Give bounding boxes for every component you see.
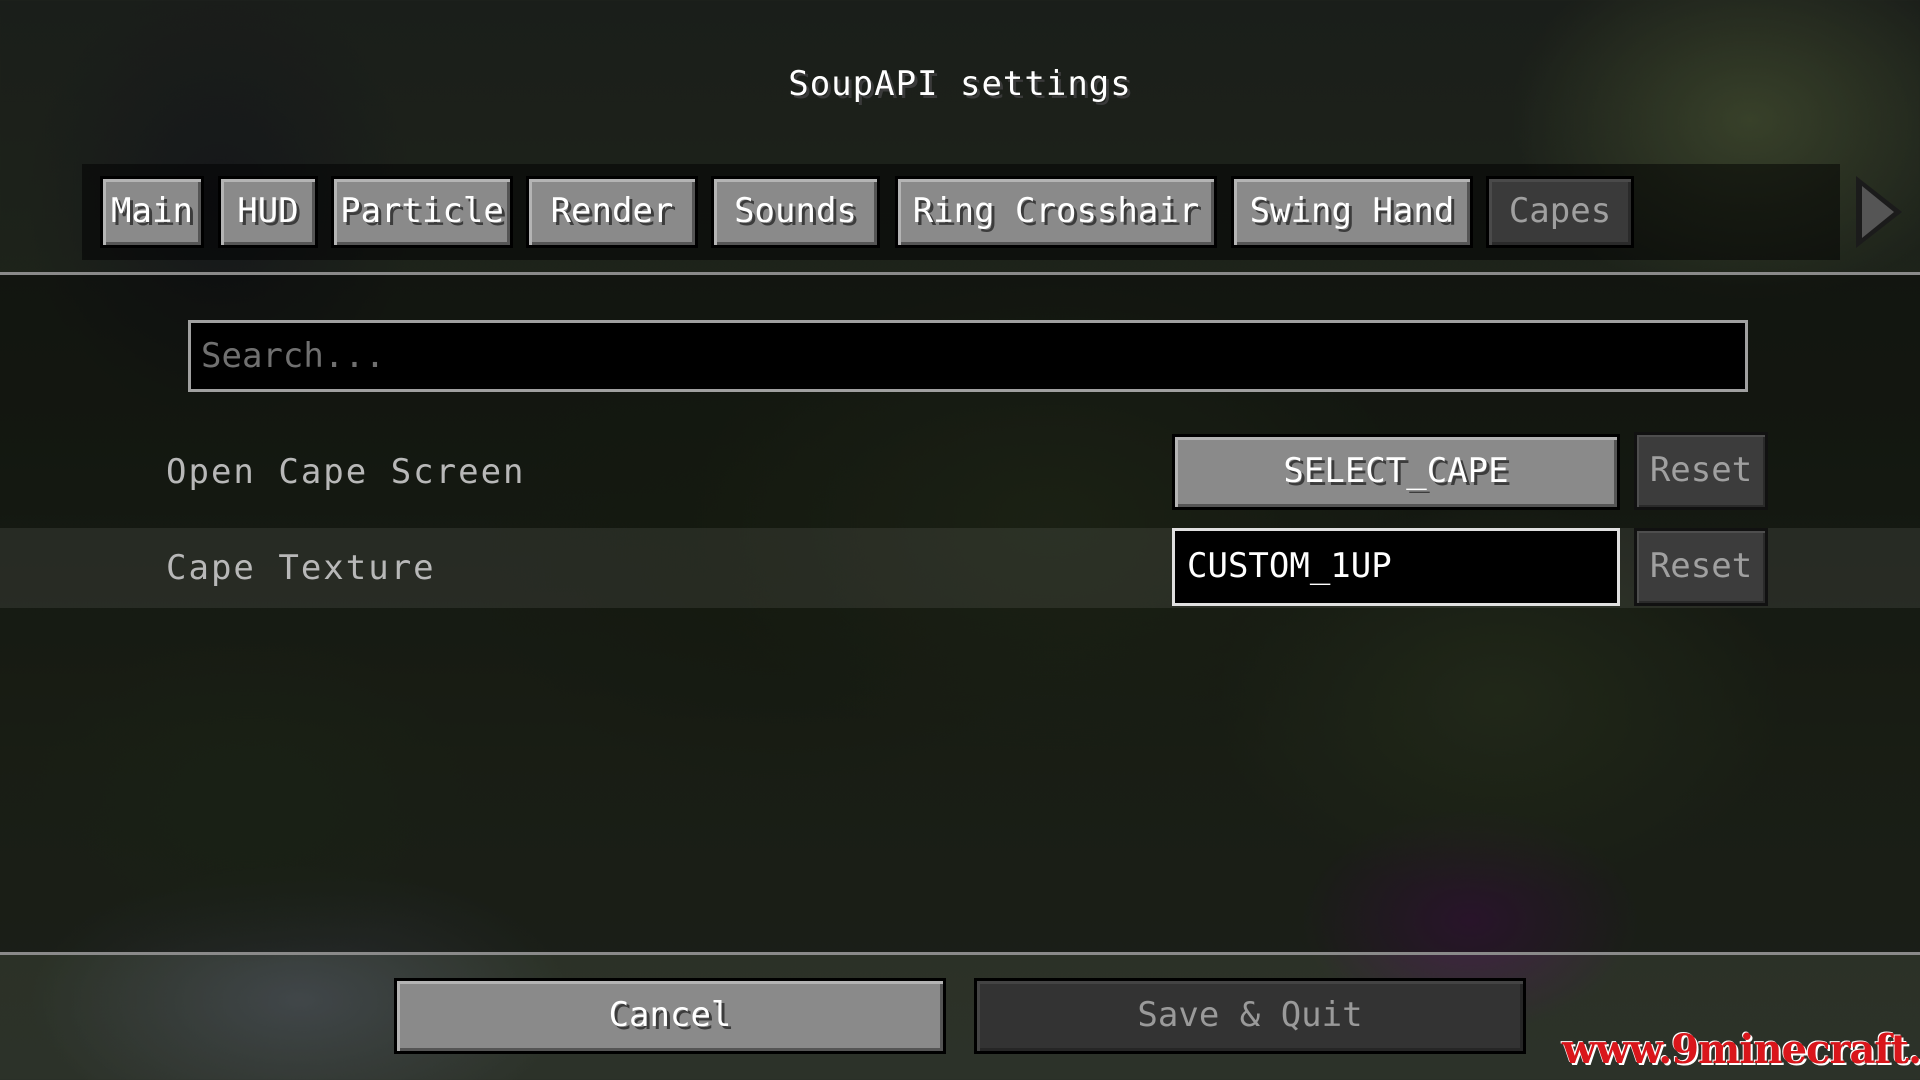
reset-button[interactable]: Reset — [1634, 432, 1768, 510]
setting-label: Cape Texture — [166, 548, 436, 588]
screen-title: SoupAPI settings — [788, 64, 1132, 104]
search-input[interactable] — [191, 323, 1745, 389]
chevron-right-icon-inner — [1862, 186, 1894, 238]
cape-texture-field[interactable]: CUSTOM_1UP — [1172, 528, 1620, 606]
tab-capes[interactable]: Capes — [1486, 176, 1634, 248]
reset-button[interactable]: Reset — [1634, 528, 1768, 606]
tab-particle[interactable]: Particle — [331, 176, 513, 248]
setting-row: Open Cape Screen — [0, 432, 1920, 512]
cancel-button[interactable]: Cancel — [394, 978, 946, 1054]
setting-label: Open Cape Screen — [166, 452, 526, 492]
tab-sounds[interactable]: Sounds — [711, 176, 880, 248]
footer-divider — [0, 952, 1920, 955]
watermark: www.9minecraft.net — [1562, 1026, 1920, 1073]
tab-main[interactable]: Main — [100, 176, 204, 248]
tab-hud[interactable]: HUD — [218, 176, 318, 248]
select-cape-button[interactable]: SELECT_CAPE — [1172, 434, 1620, 510]
tab-swing-hand[interactable]: Swing Hand — [1231, 176, 1473, 248]
tab-render[interactable]: Render — [526, 176, 698, 248]
setting-row: Cape Texture — [0, 528, 1920, 608]
tab-ring-crosshair[interactable]: Ring Crosshair — [895, 176, 1217, 248]
save-and-quit-button[interactable]: Save & Quit — [974, 978, 1526, 1054]
search-box[interactable] — [188, 320, 1748, 392]
